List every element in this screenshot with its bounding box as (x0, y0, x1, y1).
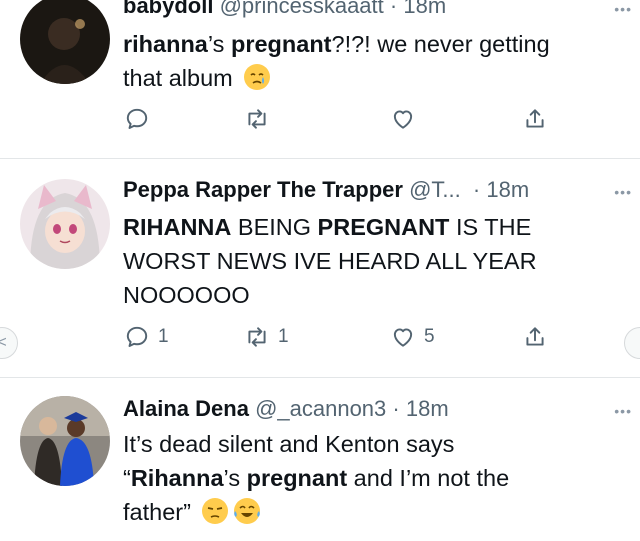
avatar[interactable] (20, 179, 110, 269)
more-options-icon[interactable]: ••• (614, 185, 632, 199)
share-button[interactable] (522, 324, 548, 350)
separator-dot: · (472, 177, 481, 202)
author-name[interactable]: babydoll (123, 0, 213, 18)
laughing-tears-face-icon (234, 498, 261, 524)
unamused-face-icon (202, 498, 229, 524)
separator-dot: · (389, 0, 398, 18)
retweet-icon (248, 327, 266, 347)
timestamp[interactable]: 18m (403, 0, 446, 18)
text-segment: “ (123, 465, 131, 491)
text-segment: ?!?! we never getting (331, 31, 550, 57)
avatar[interactable] (20, 396, 110, 486)
avatar[interactable] (20, 0, 110, 84)
like-button[interactable] (390, 106, 424, 132)
retweet-count: 1 (278, 326, 289, 347)
text-segment: ’s (207, 31, 231, 57)
text-highlight: pregnant (230, 31, 332, 57)
text-highlight: RIHANNA (123, 214, 232, 240)
like-button[interactable]: 5 (390, 324, 435, 350)
retweet-button[interactable] (244, 106, 278, 132)
separator-dot: · (392, 396, 400, 421)
author-handle[interactable]: @princesskaaatt (220, 0, 384, 18)
reply-button[interactable]: 1 (124, 324, 169, 350)
tweet-3[interactable]: Alaina Dena @_acannon3 · 18m ••• It’s de… (0, 378, 640, 541)
text-highlight: pregnant (246, 465, 348, 491)
reply-count: 1 (158, 326, 169, 347)
retweet-button[interactable]: 1 (244, 324, 289, 350)
text-segment: WORST NEWS IVE HEARD ALL YEAR (123, 248, 537, 274)
more-options-icon[interactable]: ••• (614, 2, 632, 16)
like-count: 5 (424, 326, 435, 347)
tweet-text: rihanna’s pregnant?!?! we never getting … (123, 27, 623, 95)
reply-icon (126, 108, 148, 129)
heart-icon (393, 328, 413, 347)
share-icon (526, 327, 544, 346)
text-highlight: Rihanna (130, 465, 224, 491)
author-handle[interactable]: @T... (409, 177, 461, 202)
text-highlight: PREGNANT (317, 214, 450, 240)
tweet-2[interactable]: Peppa Rapper The Trapper @T... · 18m •••… (0, 159, 640, 377)
text-highlight: rihanna (123, 31, 208, 57)
reply-button[interactable] (124, 106, 158, 132)
text-segment: IS THE (449, 214, 532, 240)
author-handle[interactable]: @_acannon3 (255, 396, 386, 421)
timestamp[interactable]: 18m (486, 177, 529, 202)
more-options-icon[interactable]: ••• (614, 404, 632, 418)
text-segment: NOOOOOO (123, 282, 250, 308)
reply-icon (126, 326, 148, 347)
author-name[interactable]: Peppa Rapper The Trapper (123, 177, 403, 202)
heart-icon (393, 110, 413, 129)
text-segment: ’s (223, 465, 247, 491)
tweet-text: RIHANNA BEING PREGNANT IS THE WORST NEWS… (123, 210, 623, 312)
retweet-icon (248, 109, 266, 129)
tweet-text: It’s dead silent and Kenton says “Rihann… (123, 427, 623, 529)
tweet-1[interactable]: babydoll @princesskaaatt · 18m ••• rihan… (0, 0, 640, 158)
share-icon (526, 109, 544, 128)
share-button[interactable] (522, 106, 548, 132)
crying-face-icon (244, 64, 271, 90)
text-segment: and I’m not the (347, 465, 510, 491)
text-segment: BEING (231, 214, 318, 240)
text-segment: It’s dead silent and Kenton says (123, 431, 455, 457)
text-segment: that album (123, 65, 233, 91)
author-name[interactable]: Alaina Dena (123, 396, 249, 421)
timestamp[interactable]: 18m (406, 396, 449, 421)
text-segment: father” (123, 499, 191, 525)
